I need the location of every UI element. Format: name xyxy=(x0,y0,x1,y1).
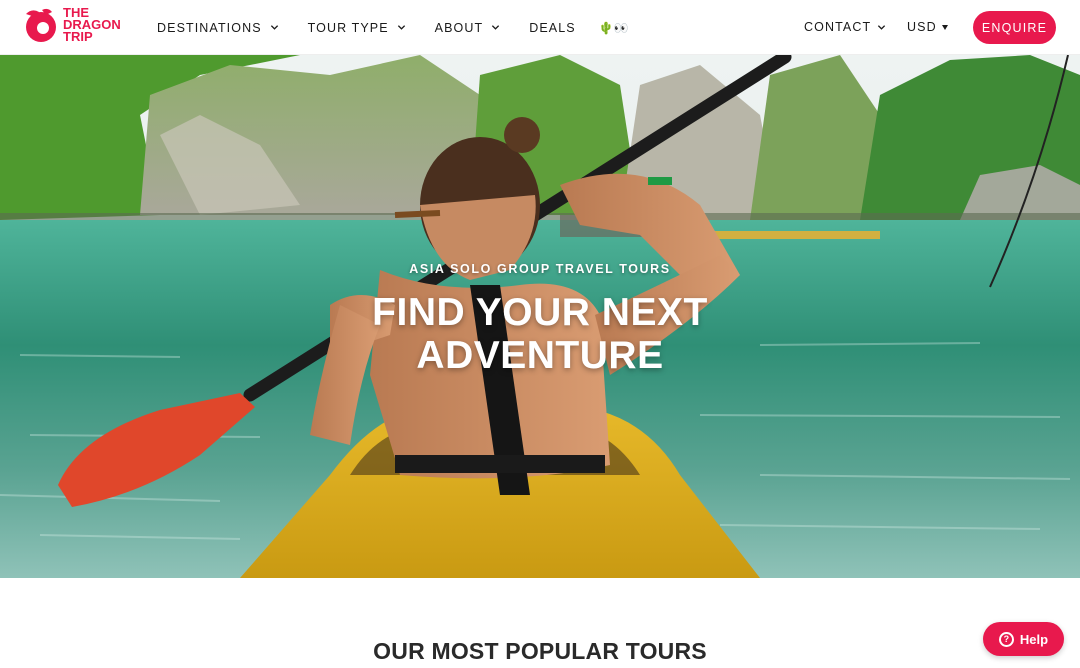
question-icon: ? xyxy=(998,631,1014,647)
chevron-down-icon xyxy=(397,25,405,30)
main-nav: DESTINATIONS TOUR TYPE ABOUT DEALS 🌵👀 xyxy=(157,0,658,55)
chevron-down-icon xyxy=(492,25,500,30)
nav-about-label: ABOUT xyxy=(434,20,484,35)
brand-wordmark: THE DRAGON TRIP xyxy=(63,6,121,44)
caret-down-icon xyxy=(941,24,948,30)
site-header: THE DRAGON TRIP DESTINATIONS TOUR TYPE A… xyxy=(0,0,1080,55)
nav-destinations-label: DESTINATIONS xyxy=(157,20,262,35)
chevron-down-icon xyxy=(270,25,278,30)
hero-title: FIND YOUR NEXT ADVENTURE xyxy=(0,291,1080,377)
nav-deals[interactable]: DEALS xyxy=(529,21,576,35)
nav-tour-type[interactable]: TOUR TYPE xyxy=(308,21,406,35)
currency-label: USD xyxy=(907,20,937,34)
brand-logo[interactable]: THE DRAGON TRIP xyxy=(22,6,121,44)
help-label: Help xyxy=(1019,631,1049,647)
popular-tours-heading: OUR MOST POPULAR TOURS xyxy=(373,638,707,664)
currency-selector[interactable]: USD xyxy=(907,20,948,34)
dragon-logo-icon xyxy=(26,8,56,42)
hero-eyebrow: ASIA SOLO GROUP TRAVEL TOURS xyxy=(409,262,671,276)
enquire-button[interactable]: ENQUIRE xyxy=(973,11,1056,44)
hero-title-line-1: FIND YOUR NEXT xyxy=(372,291,708,334)
hero-banner: ASIA SOLO GROUP TRAVEL TOURS FIND YOUR N… xyxy=(0,55,1080,578)
nav-tour-type-label: TOUR TYPE xyxy=(307,20,389,35)
nav-deals-label: DEALS xyxy=(529,20,576,35)
contact-menu[interactable]: CONTACT xyxy=(804,20,886,34)
nav-emoji-link[interactable]: 🌵👀 xyxy=(599,21,629,35)
chevron-down-icon xyxy=(878,24,886,30)
nav-destinations[interactable]: DESTINATIONS xyxy=(157,21,279,35)
nav-about[interactable]: ABOUT xyxy=(435,21,501,35)
brand-line-3: TRIP xyxy=(63,29,93,44)
help-button[interactable]: ? Help xyxy=(983,622,1064,656)
hero-title-line-2: ADVENTURE xyxy=(416,334,664,377)
contact-label: CONTACT xyxy=(804,20,872,34)
